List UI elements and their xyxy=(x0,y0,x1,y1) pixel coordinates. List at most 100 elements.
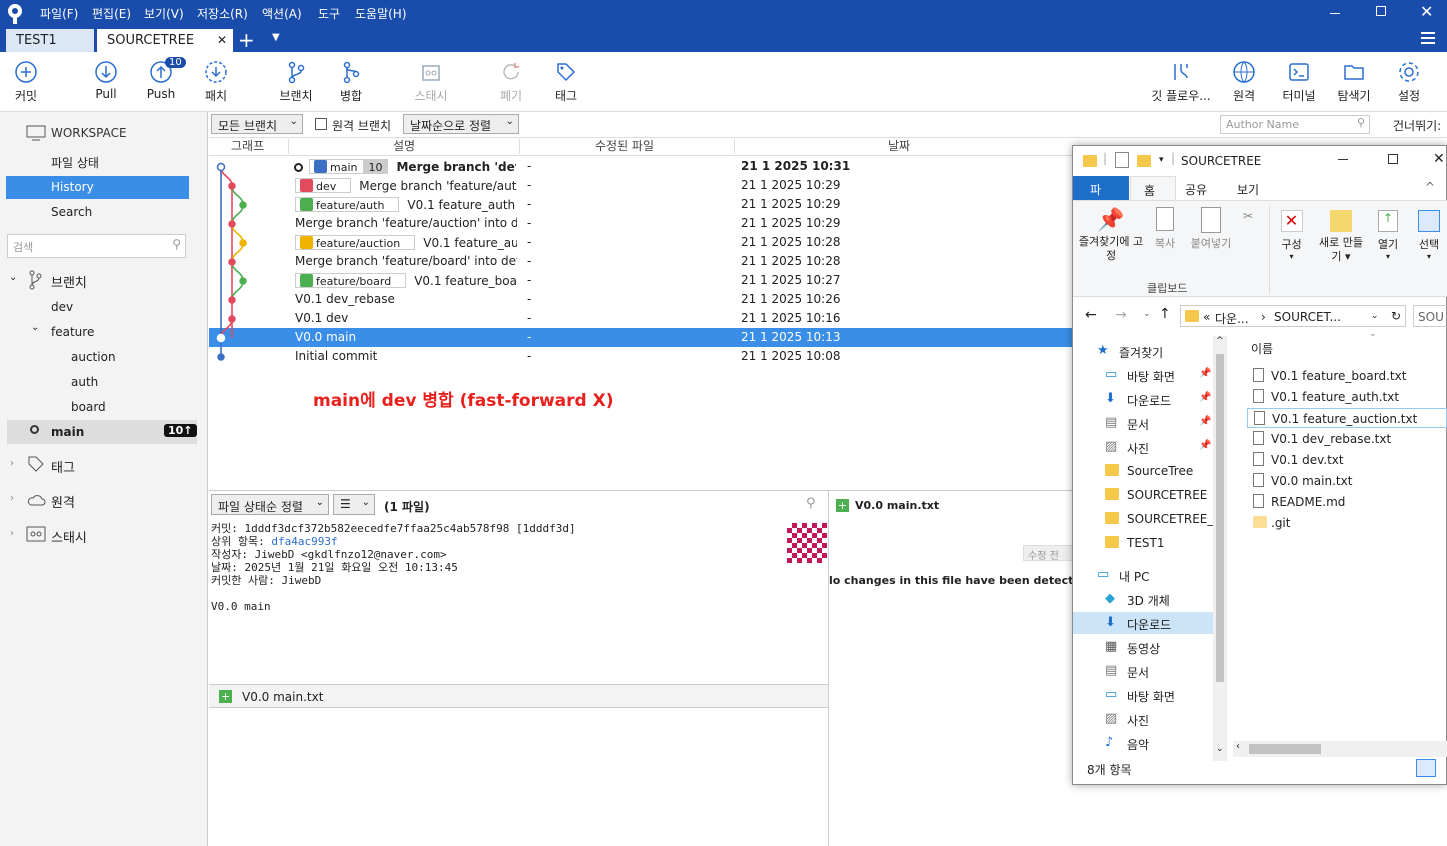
pull-button[interactable]: Pull xyxy=(78,60,134,101)
branch-label[interactable]: feature/auth xyxy=(295,197,400,212)
cut-icon[interactable]: ✂ xyxy=(1243,209,1253,223)
select-button[interactable]: 선택 ▾ xyxy=(1411,206,1447,261)
properties-icon[interactable] xyxy=(1115,152,1129,168)
sort-dropdown[interactable]: 날짜순으로 정렬 ⌄ xyxy=(403,114,519,134)
column-header-date[interactable]: 날짜 xyxy=(888,137,910,154)
back-arrow-icon[interactable]: ← xyxy=(1085,307,1097,323)
sidebar-folder-feature[interactable]: feature xyxy=(51,325,94,339)
nav-item[interactable]: TEST1 xyxy=(1073,532,1213,554)
minimize-button[interactable] xyxy=(1330,13,1340,14)
commit-row[interactable]: dev Merge branch 'feature/auth' i - 21 1 20… xyxy=(209,176,1079,195)
up-arrow-icon[interactable]: ↑ xyxy=(1159,306,1171,322)
menu-actions[interactable]: 액션(A) xyxy=(262,5,302,22)
sidebar-branch-dev[interactable]: dev xyxy=(51,300,73,314)
chevron-right-icon[interactable]: › xyxy=(10,458,14,469)
file-item[interactable]: .git xyxy=(1247,513,1447,533)
copy-button[interactable]: 복사 xyxy=(1149,207,1181,251)
commit-row[interactable]: V0.0 main - 21 1 2025 10:13 xyxy=(209,328,1079,347)
column-header-description[interactable]: 설명 xyxy=(393,137,415,154)
ribbon-tab-view[interactable]: 보기 xyxy=(1237,181,1259,198)
menu-help[interactable]: 도움말(H) xyxy=(355,5,407,22)
chevron-right-icon[interactable]: › xyxy=(10,528,14,539)
commit-node[interactable] xyxy=(228,182,236,190)
nav-item[interactable]: ♪ 음악 xyxy=(1073,732,1213,754)
new-folder-icon[interactable] xyxy=(1137,154,1158,168)
maximize-button[interactable] xyxy=(1388,154,1398,164)
refresh-icon[interactable]: ↻ xyxy=(1391,309,1401,323)
address-bar[interactable]: « 다운... › SOURCET... ⌄ ↻ xyxy=(1180,305,1406,327)
file-item[interactable]: V0.1 feature_auth.txt xyxy=(1247,387,1447,407)
remote-button[interactable]: 원격 xyxy=(1216,60,1272,104)
recent-dropdown-icon[interactable]: ⌄ xyxy=(1143,309,1151,319)
open-button[interactable]: ↑ 열기 ▾ xyxy=(1371,206,1405,261)
commit-row[interactable]: main 10 Merge branch 'dev' - 21 1 2025 10:31 xyxy=(209,157,1079,176)
close-tab-icon[interactable]: ✕ xyxy=(217,33,227,47)
ribbon-tab-share[interactable]: 공유 xyxy=(1185,181,1207,198)
commit-node[interactable] xyxy=(228,258,236,266)
menu-repository[interactable]: 저장소(R) xyxy=(197,5,248,22)
patch-button[interactable]: 패치 xyxy=(188,60,244,104)
nav-item[interactable]: SourceTree xyxy=(1073,460,1213,482)
nav-item[interactable]: ▨ 사진 📌 xyxy=(1073,436,1213,458)
column-header-name[interactable]: 이름 xyxy=(1251,340,1273,357)
view-mode-dropdown[interactable]: ☰ ⌄ xyxy=(333,494,375,515)
commit-node[interactable] xyxy=(228,220,236,228)
commit-node[interactable] xyxy=(217,353,225,361)
nav-item[interactable]: ▭ 내 PC xyxy=(1073,564,1213,586)
ribbon-tab-home[interactable]: 홈 xyxy=(1130,176,1176,200)
commit-node[interactable] xyxy=(239,239,247,247)
tags-heading[interactable]: 태그 xyxy=(51,457,75,476)
scrollbar-thumb[interactable] xyxy=(1249,744,1321,754)
stash-button[interactable]: 스태시 xyxy=(403,60,459,104)
sidebar-branch-auction[interactable]: auction xyxy=(71,350,116,364)
branch-label[interactable]: feature/board xyxy=(295,273,407,288)
column-header-graph[interactable]: 그래프 xyxy=(231,137,264,154)
nav-item[interactable]: ⬇ 다운로드 📌 xyxy=(1073,388,1213,410)
path-segment[interactable]: 다운... xyxy=(1215,310,1249,327)
file-item[interactable]: V0.1 feature_auction.txt xyxy=(1247,408,1447,428)
push-button[interactable]: Push 10 xyxy=(133,57,189,101)
details-view-icon[interactable] xyxy=(1416,759,1436,777)
commit-node[interactable] xyxy=(239,201,247,209)
commit-node[interactable] xyxy=(228,315,236,323)
chevron-down-icon[interactable]: ⌄ xyxy=(31,322,39,333)
close-button[interactable]: ✕ xyxy=(1420,2,1433,21)
file-item[interactable]: V0.1 feature_board.txt xyxy=(1247,366,1447,386)
menu-tools[interactable]: 도구 xyxy=(318,5,340,22)
file-item[interactable]: V0.1 dev.txt xyxy=(1247,450,1447,470)
commit-row[interactable]: feature/board V0.1 feature_board- 21 1 202… xyxy=(209,271,1079,290)
nav-item[interactable]: ▦ 동영상 xyxy=(1073,636,1213,658)
maximize-button[interactable] xyxy=(1376,6,1386,16)
explorer-button[interactable]: 탐색기 xyxy=(1326,60,1382,104)
nav-item[interactable]: ◆ 3D 개체 xyxy=(1073,588,1213,610)
tab-dropdown-icon[interactable]: ▼ xyxy=(272,32,280,43)
discard-button[interactable]: 폐기 xyxy=(483,60,539,104)
menu-view[interactable]: 보기(V) xyxy=(144,5,184,22)
pin-to-quick-access-button[interactable]: 📌 즐겨찾기에 고정 xyxy=(1077,207,1145,263)
changed-file-row[interactable]: + V0.0 main.txt xyxy=(209,684,829,708)
commit-button[interactable]: 커밋 xyxy=(0,60,54,104)
nav-scrollbar[interactable]: ^ ⌄ xyxy=(1213,336,1227,761)
forward-arrow-icon[interactable]: → xyxy=(1115,307,1127,323)
nav-item[interactable]: ▤ 문서 📌 xyxy=(1073,412,1213,434)
file-item[interactable]: V0.1 dev_rebase.txt xyxy=(1247,429,1447,449)
path-segment[interactable]: SOURCET... xyxy=(1274,310,1341,324)
branch-label[interactable]: main 10 xyxy=(309,159,389,174)
nav-item[interactable]: ▤ 문서 xyxy=(1073,660,1213,682)
sidebar-branch-main[interactable]: main 10↑ xyxy=(7,420,197,444)
paste-button[interactable]: 붙여넣기 xyxy=(1185,207,1237,251)
hamburger-icon[interactable] xyxy=(1421,32,1435,44)
remote-branches-checkbox[interactable] xyxy=(315,118,327,130)
column-header-modified[interactable]: 수정된 파일 xyxy=(595,137,654,154)
explorer-search-input[interactable]: SOU xyxy=(1413,305,1447,327)
nav-item[interactable]: SOURCETREE_ra xyxy=(1073,508,1213,530)
ribbon-tab-file[interactable]: 파일 xyxy=(1073,176,1129,214)
nav-item[interactable]: ▭ 바탕 화면 xyxy=(1073,684,1213,706)
sidebar-item-history[interactable]: History xyxy=(6,176,189,199)
commit-node[interactable] xyxy=(216,333,226,343)
minimize-button[interactable] xyxy=(1338,159,1348,160)
tab-sourcetree[interactable]: SOURCETREE ✕ xyxy=(97,29,233,52)
branches-heading[interactable]: 브랜치 xyxy=(51,272,87,291)
nav-item[interactable]: ⬇ 다운로드 xyxy=(1073,612,1213,634)
search-icon[interactable]: ⚲ xyxy=(806,496,816,511)
